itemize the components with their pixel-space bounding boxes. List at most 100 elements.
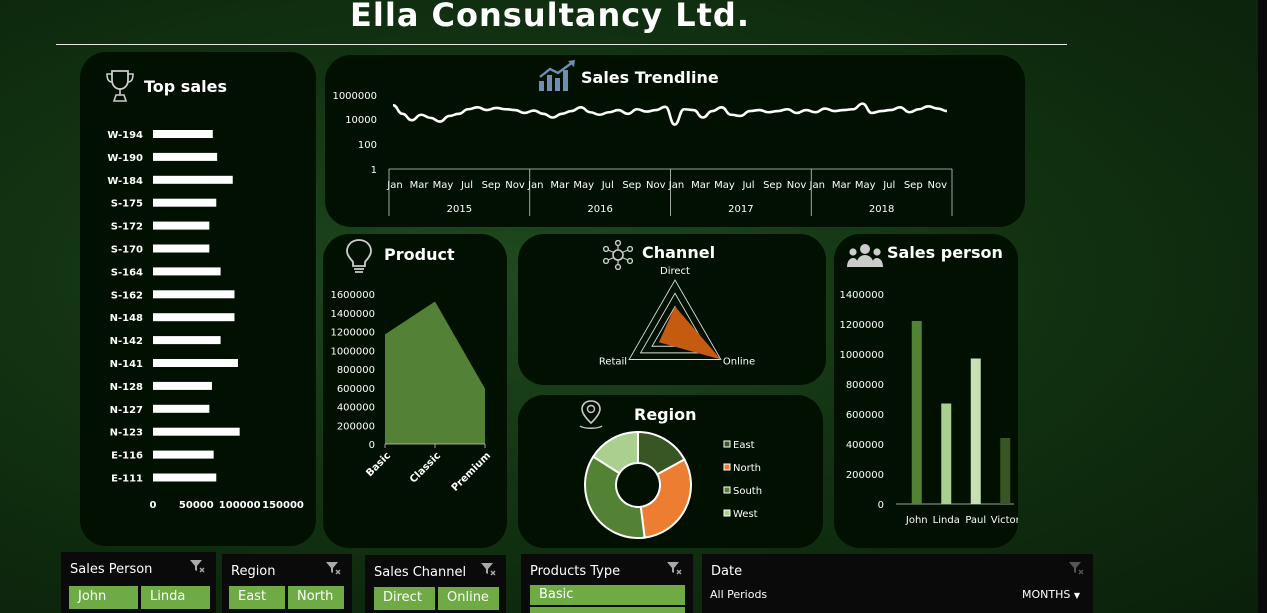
trend-month-label: Jan (809, 180, 825, 191)
product-chart: 1600000 1400000 1200000 1000000 800000 600000… (330, 290, 493, 494)
channel-radar-area (658, 306, 721, 360)
slicer-item-direct[interactable]: Direct (374, 587, 435, 610)
top-sales-category-label: N-128 (110, 382, 143, 393)
top-sales-chart: W-194 W-190 W-184 S-175 S-172 S-170 S-164 S-162… (107, 130, 304, 511)
sales-person-y-tick: 200000 (846, 470, 884, 481)
sales-person-category-label: Victor (991, 515, 1018, 526)
top-sales-bar (153, 221, 210, 230)
sales-person-y-tick: 400000 (846, 440, 884, 451)
top-sales-bar (153, 404, 210, 413)
sales-person-slicer-title: Sales Person (70, 562, 153, 577)
region-legend-label: East (733, 440, 755, 451)
trend-month-label: May (855, 180, 876, 191)
top-sales-category-label: E-116 (111, 451, 143, 462)
trend-month-label: May (573, 180, 594, 191)
product-y-tick: 400000 (337, 403, 375, 414)
clear-filter-icon[interactable] (666, 560, 682, 576)
region-slicer[interactable]: Region East North (222, 554, 352, 613)
sales-person-bar (941, 403, 952, 504)
region-chart: East North South West (584, 430, 762, 539)
dashboard-title: Ella Consultancy Ltd. (350, 0, 750, 34)
top-sales-x-tick: 0 (150, 500, 157, 511)
trend-month-label: Mar (691, 180, 711, 191)
region-legend-label: North (733, 463, 761, 474)
top-sales-category-label: W-194 (107, 130, 143, 141)
sales-person-category-label: Paul (965, 515, 986, 526)
region-legend-swatch (723, 440, 731, 448)
trend-month-label: Jan (668, 180, 684, 191)
top-sales-bar (153, 381, 212, 390)
slicer-item-north[interactable]: North (288, 586, 344, 609)
slicer-item-linda[interactable]: Linda (141, 586, 210, 609)
product-area (385, 301, 485, 444)
sales-person-chart: 1400000 1200000 1000000 800000 600000 400000 2… (839, 290, 1018, 526)
products-type-slicer[interactable]: Products Type Basic (521, 554, 693, 613)
trend-month-label: Jul (601, 180, 614, 191)
region-legend-label: West (733, 509, 758, 520)
top-sales-x-tick: 150000 (262, 500, 304, 511)
trend-year-label: 2015 (447, 204, 472, 215)
slicer-item-east[interactable]: East (229, 586, 285, 609)
top-sales-category-label: W-184 (107, 176, 143, 187)
sales-channel-slicer[interactable]: Sales Channel Direct Online (365, 555, 506, 613)
sales-person-y-tick: 1000000 (839, 350, 884, 361)
sales-person-category-label: Linda (933, 515, 960, 526)
product-category-label: Premium (450, 450, 493, 493)
top-sales-category-label: E-111 (111, 474, 143, 485)
top-sales-panel: Top sales W-194 W-190 W-184 S-175 S-172 S-170… (80, 52, 316, 546)
top-sales-bar (153, 152, 218, 161)
slicer-item-next[interactable] (530, 607, 685, 613)
sales-person-y-tick: 1400000 (839, 290, 884, 301)
sales-trend-chart: 10000001000010012015Jan Mar May Jul Sep Nov20… (332, 91, 953, 216)
sales-trend-panel: Sales Trendline 1000000 10000 100 1 2015 Jan M… (325, 55, 1025, 227)
trend-month-label: Jul (882, 180, 895, 191)
title-divider (56, 44, 1067, 45)
top-sales-bar (153, 130, 213, 138)
trend-y-tick: 10000 (345, 115, 377, 126)
sales-person-y-tick: 1200000 (839, 320, 884, 331)
clear-filter-icon[interactable] (189, 558, 205, 574)
slicer-item-online[interactable]: Online (438, 587, 499, 610)
product-y-tick: 0 (369, 440, 375, 451)
sales-person-bar (970, 358, 981, 504)
top-sales-category-label: S-164 (111, 267, 143, 278)
products-type-slicer-title: Products Type (530, 564, 621, 579)
top-sales-bar (153, 359, 238, 367)
sales-person-category-label: John (905, 515, 928, 526)
top-sales-x-tick: 100000 (219, 500, 261, 511)
slicer-item-basic[interactable]: Basic (530, 585, 685, 605)
trend-month-label: Sep (763, 180, 782, 191)
top-sales-category-label: N-127 (110, 405, 143, 416)
sales-person-y-tick: 600000 (846, 410, 884, 421)
date-period-label: All Periods (710, 588, 768, 601)
trend-y-tick: 1000000 (332, 91, 377, 102)
product-y-tick: 800000 (337, 365, 375, 376)
trend-y-tick: 100 (358, 140, 377, 151)
region-donut-slice (639, 458, 692, 539)
date-timeline[interactable]: Date All Periods MONTHS ▼ (702, 554, 1093, 613)
clear-filter-icon[interactable] (1068, 560, 1084, 576)
clear-filter-icon[interactable] (325, 560, 341, 576)
top-sales-bar (153, 313, 235, 322)
top-sales-bar (153, 427, 240, 436)
top-sales-bar (153, 450, 214, 459)
channel-panel: Channel Direct Online Retail (518, 234, 826, 385)
trend-y-tick: 1 (371, 165, 377, 176)
product-y-tick: 1600000 (330, 290, 375, 301)
product-panel: Product 1600000 1400000 1200000 1000000 8000… (323, 234, 507, 548)
trend-month-label: Jul (741, 180, 754, 191)
top-sales-category-label: N-123 (110, 428, 143, 439)
product-category-label: Classic (408, 450, 443, 485)
sales-person-slicer[interactable]: Sales Person John Linda (61, 552, 216, 613)
product-y-tick: 1200000 (330, 328, 375, 339)
trend-year-label: 2017 (728, 204, 753, 215)
trend-month-label: May (433, 180, 454, 191)
trend-month-label: Mar (410, 180, 430, 191)
region-legend-swatch (723, 463, 731, 471)
slicer-item-john[interactable]: John (69, 586, 138, 609)
region-slicer-title: Region (231, 564, 276, 579)
sales-person-y-tick: 0 (878, 500, 884, 511)
clear-filter-icon[interactable] (480, 561, 496, 577)
date-unit-dropdown[interactable]: MONTHS ▼ (1022, 588, 1080, 601)
trend-series-line (392, 102, 948, 126)
